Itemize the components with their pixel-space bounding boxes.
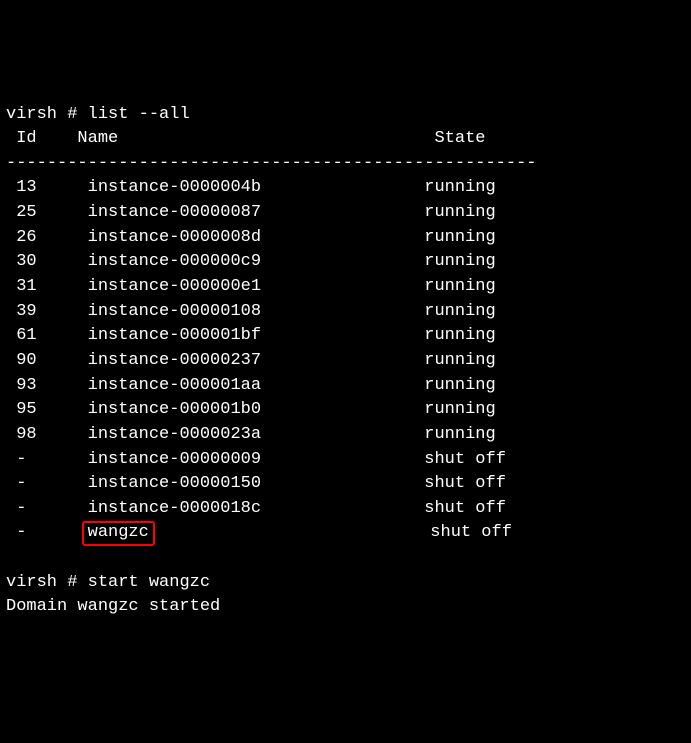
vm-id: 93 — [6, 376, 88, 395]
table-row: - wangzc shut off — [6, 521, 685, 546]
table-row: 13 instance-0000004b running — [6, 176, 685, 201]
table-row: - instance-00000150 shut off — [6, 472, 685, 497]
vm-name: instance-0000004b — [88, 178, 425, 197]
command: start wangzc — [88, 573, 210, 592]
vm-name: instance-000000c9 — [88, 252, 425, 271]
vm-name: instance-00000150 — [88, 474, 425, 493]
vm-id: 13 — [6, 178, 88, 197]
header-name: Name — [77, 129, 118, 148]
command-line-2: virsh # start wangzc — [6, 571, 685, 596]
command: list --all — [88, 105, 190, 124]
command-line-1: virsh # list --all — [6, 103, 685, 128]
vm-name: instance-00000237 — [88, 351, 425, 370]
header-id: Id — [6, 129, 37, 148]
vm-id: 30 — [6, 252, 88, 271]
terminal[interactable]: virsh # list --all Id Name State--------… — [6, 103, 685, 620]
vm-id: - — [6, 474, 88, 493]
table-row: 61 instance-000001bf running — [6, 324, 685, 349]
vm-id: - — [6, 523, 88, 542]
table-row: 93 instance-000001aa running — [6, 374, 685, 399]
vm-id: 39 — [6, 302, 88, 321]
vm-state: shut off — [424, 474, 506, 493]
table-row: 95 instance-000001b0 running — [6, 398, 685, 423]
vm-id: 61 — [6, 326, 88, 345]
vm-state: shut off — [424, 499, 506, 518]
vm-name: instance-00000009 — [88, 450, 425, 469]
vm-id: 95 — [6, 400, 88, 419]
vm-id: 26 — [6, 228, 88, 247]
table-header: Id Name State — [6, 127, 685, 152]
vm-state: running — [424, 203, 495, 222]
vm-id: 31 — [6, 277, 88, 296]
vm-id: 90 — [6, 351, 88, 370]
vm-state: running — [424, 376, 495, 395]
table-row: 90 instance-00000237 running — [6, 349, 685, 374]
vm-name: instance-0000023a — [88, 425, 425, 444]
vm-name: instance-0000008d — [88, 228, 425, 247]
vm-state: running — [424, 400, 495, 419]
vm-state: running — [424, 228, 495, 247]
vm-list: 13 instance-0000004b running 25 instance… — [6, 176, 685, 546]
highlighted-vm-name: wangzc — [82, 521, 155, 545]
table-row: 98 instance-0000023a running — [6, 423, 685, 448]
table-row: 25 instance-00000087 running — [6, 201, 685, 226]
vm-state: running — [424, 252, 495, 271]
vm-name: instance-000001aa — [88, 376, 425, 395]
vm-state: running — [424, 425, 495, 444]
vm-name: instance-000001bf — [88, 326, 425, 345]
vm-id: - — [6, 450, 88, 469]
vm-name: instance-00000087 — [88, 203, 425, 222]
vm-id: 98 — [6, 425, 88, 444]
table-row: - instance-00000009 shut off — [6, 448, 685, 473]
vm-state: shut off — [430, 523, 512, 542]
table-row: 31 instance-000000e1 running — [6, 275, 685, 300]
prompt: virsh # — [6, 573, 88, 592]
command-output: Domain wangzc started — [6, 595, 685, 620]
table-row: 39 instance-00000108 running — [6, 300, 685, 325]
vm-state: running — [424, 351, 495, 370]
vm-name: instance-000000e1 — [88, 277, 425, 296]
vm-name: instance-0000018c — [88, 499, 425, 518]
table-row: 26 instance-0000008d running — [6, 226, 685, 251]
separator-line: ----------------------------------------… — [6, 152, 685, 177]
vm-name: instance-00000108 — [88, 302, 425, 321]
prompt: virsh # — [6, 105, 88, 124]
vm-state: running — [424, 302, 495, 321]
vm-id: - — [6, 499, 88, 518]
vm-state: running — [424, 277, 495, 296]
vm-state: shut off — [424, 450, 506, 469]
table-row: 30 instance-000000c9 running — [6, 250, 685, 275]
table-row: - instance-0000018c shut off — [6, 497, 685, 522]
vm-id: 25 — [6, 203, 88, 222]
vm-state: running — [424, 178, 495, 197]
vm-name: instance-000001b0 — [88, 400, 425, 419]
header-state: State — [435, 129, 486, 148]
vm-state: running — [424, 326, 495, 345]
